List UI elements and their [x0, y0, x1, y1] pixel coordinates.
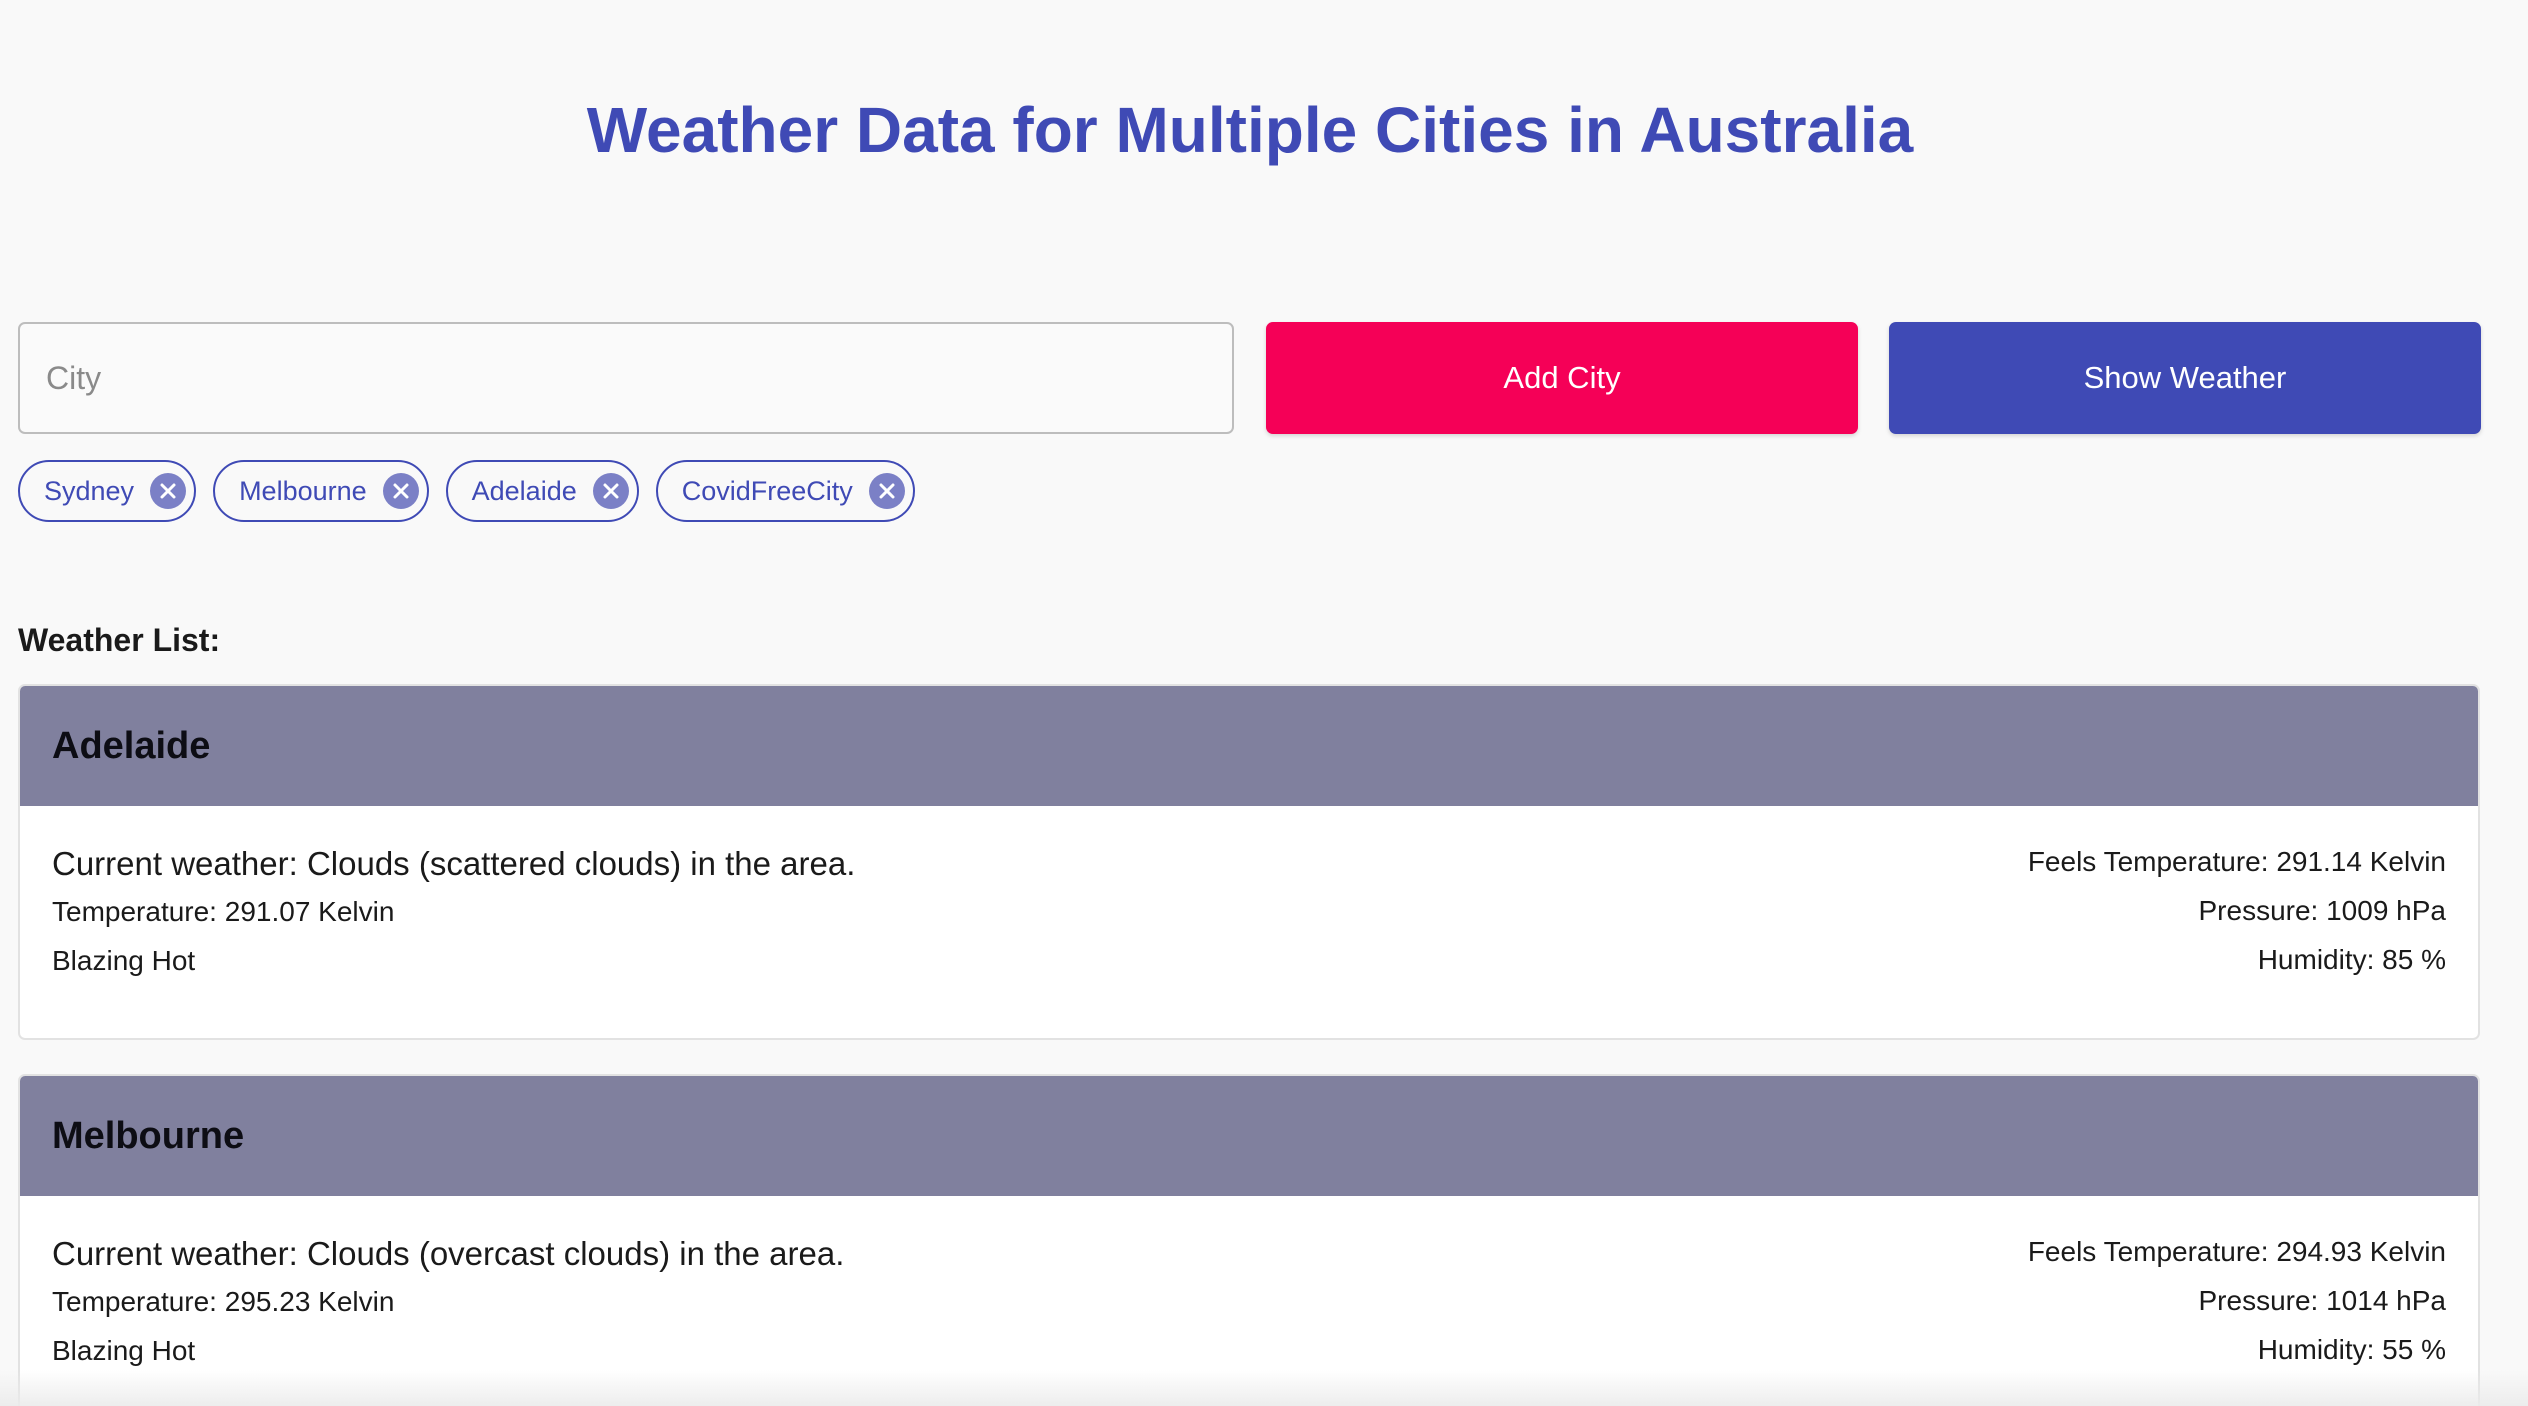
page-title: Weather Data for Multiple Cities in Aust… — [586, 94, 1914, 166]
close-circle-icon[interactable] — [868, 473, 905, 509]
humidity-text: Humidity: 85 % — [2257, 944, 2446, 975]
weather-card-melbourne: Melbourne Current weather: Clouds (overc… — [18, 1074, 2480, 1406]
weather-card-adelaide: Adelaide Current weather: Clouds (scatte… — [18, 684, 2480, 1040]
weather-app: Weather Data for Multiple Cities in Aust… — [0, 0, 2528, 1406]
weather-card-left: Current weather: Clouds (scattered cloud… — [52, 844, 855, 992]
close-circle-icon[interactable] — [592, 473, 629, 509]
city-controls: Add City Show Weather — [18, 322, 2481, 434]
add-city-button[interactable]: Add City — [1266, 322, 1858, 434]
weather-list-label: Weather List: — [18, 622, 221, 658]
weather-card-left: Current weather: Clouds (overcast clouds… — [52, 1234, 844, 1382]
weather-card-title: Melbourne — [20, 1076, 2478, 1196]
chip-label: Adelaide — [471, 475, 577, 506]
humidity-text: Humidity: 55 % — [2257, 1334, 2446, 1365]
city-chip-covidfreecity: CovidFreeCity — [655, 460, 915, 522]
close-circle-icon[interactable] — [150, 473, 187, 509]
pressure-text: Pressure: 1009 hPa — [2198, 895, 2447, 926]
feels-temperature-text: Feels Temperature: 294.93 Kelvin — [2027, 1236, 2446, 1267]
temperature-text: Temperature: 291.07 Kelvin — [52, 896, 395, 927]
city-chip-adelaide: Adelaide — [445, 460, 639, 522]
temperature-remark: Blazing Hot — [52, 945, 196, 976]
weather-card-right: Feels Temperature: 291.14 Kelvin Pressur… — [2028, 844, 2446, 991]
show-weather-button[interactable]: Show Weather — [1889, 322, 2481, 434]
temperature-text: Temperature: 295.23 Kelvin — [52, 1286, 395, 1317]
pressure-text: Pressure: 1014 hPa — [2198, 1285, 2447, 1316]
feels-temperature-text: Feels Temperature: 291.14 Kelvin — [2027, 846, 2446, 877]
chip-label: Sydney — [44, 475, 135, 506]
weather-card-title: Adelaide — [20, 686, 2478, 806]
city-chip-sydney: Sydney — [18, 460, 197, 522]
chip-label: CovidFreeCity — [681, 475, 853, 506]
chip-label: Melbourne — [239, 475, 367, 506]
weather-card-right: Feels Temperature: 294.93 Kelvin Pressur… — [2028, 1234, 2446, 1381]
weather-card-body: Current weather: Clouds (scattered cloud… — [20, 806, 2478, 1038]
city-chip-melbourne: Melbourne — [213, 460, 429, 522]
close-circle-icon[interactable] — [382, 473, 419, 509]
current-weather-text: Current weather: Clouds (scattered cloud… — [52, 845, 856, 882]
current-weather-text: Current weather: Clouds (overcast clouds… — [52, 1235, 845, 1272]
city-chips: Sydney Melbourne Adelaide CovidFreeCity — [18, 460, 915, 522]
temperature-remark: Blazing Hot — [52, 1335, 196, 1366]
weather-card-body: Current weather: Clouds (overcast clouds… — [20, 1196, 2478, 1406]
city-input[interactable] — [18, 322, 1234, 434]
